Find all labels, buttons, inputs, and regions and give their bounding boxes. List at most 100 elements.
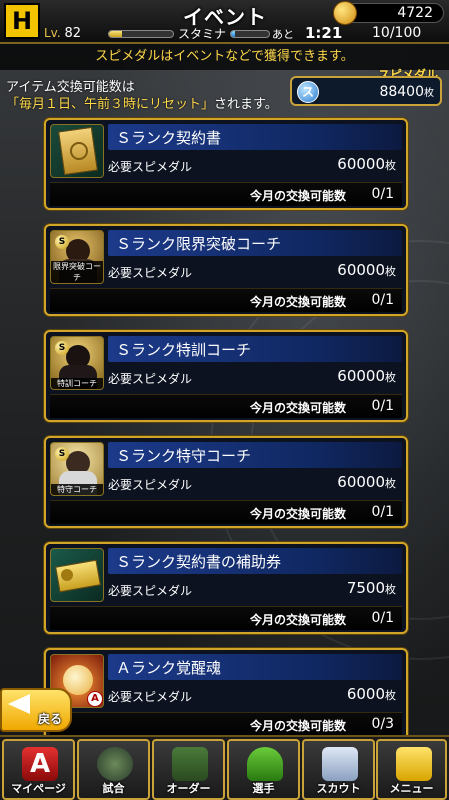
price-value: 6000 — [346, 685, 385, 703]
team-logo: H — [4, 3, 40, 39]
back-button[interactable]: 戻る — [0, 688, 72, 732]
required-label: 必要スピメダル — [108, 160, 193, 174]
required-label: 必要スピメダル — [108, 584, 193, 598]
reset-info-rest: されます。 — [214, 97, 278, 112]
reset-info-highlight: 「毎月１日、午前３時にリセット」 — [6, 97, 215, 112]
required-label: 必要スピメダル — [108, 690, 193, 704]
limit-label: 今月の交換可能数 — [249, 613, 346, 627]
nav-label: スカウト — [316, 782, 361, 795]
item-title: Ｓランク契約書 — [116, 129, 222, 147]
exchange-item-card[interactable]: Ｓランク契約書の補助券 必要スピメダル 7500枚 今月の交換可能数 0/1 — [44, 542, 408, 634]
stadium-icon — [97, 747, 133, 781]
s-rank-badge: S — [55, 341, 69, 355]
item-title: Ｓランク特守コーチ — [116, 447, 252, 465]
level-label: Lv. — [44, 26, 61, 40]
nav-game[interactable]: 試合 — [77, 739, 150, 800]
stamina-timer: 1:21 — [305, 24, 343, 42]
price-value: 7500 — [346, 579, 385, 597]
item-price: 60000枚 — [337, 261, 396, 279]
stamina-bar-fill — [231, 31, 235, 37]
back-arrow-icon — [8, 694, 30, 714]
exchange-item-card[interactable]: Ｓランク契約書 必要スピメダル 60000枚 今月の交換可能数 0/1 — [44, 118, 408, 210]
coin-icon — [333, 1, 357, 25]
limit-value: 0/1 — [371, 186, 394, 202]
price-unit: 枚 — [385, 689, 396, 702]
level-display: Lv. 82 — [44, 26, 81, 41]
level-value: 82 — [64, 26, 82, 41]
s-rank-badge: S — [55, 235, 69, 249]
limit-bar — [50, 500, 402, 524]
limit-value: 0/3 — [371, 716, 394, 732]
price-unit: 枚 — [385, 371, 396, 384]
limit-bar — [50, 712, 402, 736]
item-price: 6000枚 — [347, 685, 396, 703]
item-price: 60000枚 — [337, 367, 396, 385]
medal-value-wrap: 88400枚 — [379, 84, 434, 100]
price-unit: 枚 — [385, 265, 396, 278]
limit-bar — [50, 394, 402, 418]
item-title: Ａランク覚醒魂 — [116, 659, 222, 677]
reset-info-line2: 「毎月１日、午前３時にリセット」されます。 — [6, 93, 278, 112]
exchange-item-card[interactable]: S 特訓コーチ Ｓランク特訓コーチ 必要スピメダル 60000枚 今月の交換可能… — [44, 330, 408, 422]
team-logo-letter: H — [11, 7, 33, 35]
nav-player[interactable]: 選手 — [227, 739, 300, 800]
contract-icon — [50, 124, 104, 178]
limit-label: 今月の交換可能数 — [249, 719, 346, 733]
limit-bar — [50, 182, 402, 206]
required-label: 必要スピメダル — [108, 372, 193, 386]
ticket-icon — [50, 548, 104, 602]
coin-value: 4722 — [397, 5, 433, 21]
limit-bar — [50, 288, 402, 312]
item-price: 7500枚 — [347, 579, 396, 597]
price-unit: 枚 — [385, 159, 396, 172]
nav-mypage[interactable]: A マイページ — [2, 739, 75, 800]
limit-label: 今月の交換可能数 — [249, 401, 346, 415]
limit-value: 0/1 — [371, 292, 394, 308]
stamina-bar — [230, 30, 270, 38]
item-title: Ｓランク特訓コーチ — [116, 341, 252, 359]
medal-icon: ス — [297, 81, 319, 103]
limit-label: 今月の交換可能数 — [249, 295, 346, 309]
item-price: 60000枚 — [337, 155, 396, 173]
exp-bar-fill — [109, 31, 122, 37]
back-label: 戻る — [38, 712, 63, 726]
limit-value: 0/1 — [371, 504, 394, 520]
required-label: 必要スピメダル — [108, 478, 193, 492]
order-icon — [172, 747, 208, 781]
coach-portrait-icon: S 特守コーチ — [50, 442, 104, 496]
price-value: 60000 — [337, 473, 385, 491]
exchange-item-card[interactable]: A Ａランク覚醒魂 必要スピメダル 6000枚 今月の交換可能数 0/3 — [44, 648, 408, 740]
bottom-nav: A マイページ 試合 オーダー 選手 スカウト メニュー — [0, 735, 449, 800]
nav-menu[interactable]: メニュー — [376, 739, 447, 800]
price-value: 60000 — [337, 367, 385, 385]
price-unit: 枚 — [385, 477, 396, 490]
coach-portrait-icon: S 特訓コーチ — [50, 336, 104, 390]
coin-counter[interactable]: 4722 — [333, 1, 444, 25]
limit-value: 0/1 — [371, 610, 394, 626]
stamina-label: スタミナ — [178, 27, 227, 41]
medal-balance: ス 88400枚 — [290, 76, 442, 106]
scout-icon — [322, 747, 358, 781]
nav-label: 試合 — [102, 782, 125, 795]
medal-unit: 枚 — [424, 88, 434, 99]
exchange-item-card[interactable]: S 限界突破コーチ Ｓランク限界突破コーチ 必要スピメダル 60000枚 今月の… — [44, 224, 408, 316]
exchange-item-card[interactable]: S 特守コーチ Ｓランク特守コーチ 必要スピメダル 60000枚 今月の交換可能… — [44, 436, 408, 528]
limit-label: 今月の交換可能数 — [249, 507, 346, 521]
required-label: 必要スピメダル — [108, 266, 193, 280]
medal-value: 88400 — [379, 84, 424, 100]
price-unit: 枚 — [385, 583, 396, 596]
menu-icon — [396, 747, 432, 781]
stamina-value: 10/100 — [372, 25, 422, 41]
nav-scout[interactable]: スカウト — [302, 739, 375, 800]
item-price: 60000枚 — [337, 473, 396, 491]
nav-label: オーダー — [166, 782, 211, 795]
thumb-label: 特守コーチ — [51, 484, 103, 495]
status-header: H イベント Lv. 82 スタミナ あと 1:21 10/100 4722 — [0, 0, 449, 44]
price-value: 60000 — [337, 155, 385, 173]
s-rank-badge: S — [55, 447, 69, 461]
nav-label: メニュー — [389, 782, 434, 795]
coach-portrait-icon: S 限界突破コーチ — [50, 230, 104, 284]
limit-label: 今月の交換可能数 — [249, 189, 346, 203]
item-title: Ｓランク限界突破コーチ — [116, 235, 282, 253]
nav-order[interactable]: オーダー — [152, 739, 225, 800]
